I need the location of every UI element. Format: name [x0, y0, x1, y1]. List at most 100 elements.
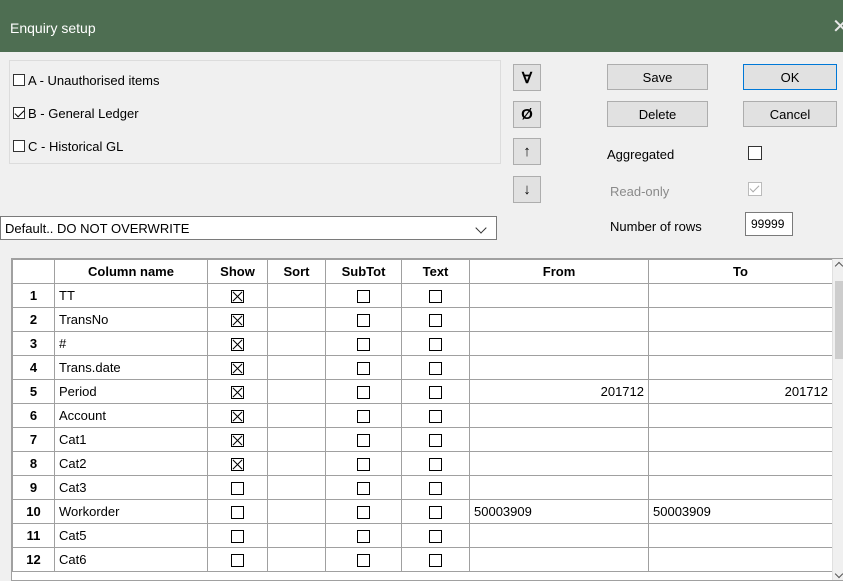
sort-cell[interactable]	[267, 547, 326, 572]
text-cell[interactable]	[401, 307, 470, 332]
subtot-checkbox[interactable]	[357, 410, 370, 424]
subtot-cell[interactable]	[325, 331, 402, 356]
subtot-cell[interactable]	[325, 379, 402, 404]
grid-scrollbar[interactable]	[832, 259, 843, 580]
save-button[interactable]: Save	[607, 64, 708, 90]
from-cell[interactable]	[469, 523, 649, 548]
move-up-button[interactable]: ↑	[513, 138, 541, 165]
text-cell[interactable]	[401, 475, 470, 500]
from-cell[interactable]	[469, 283, 649, 308]
sort-cell[interactable]	[267, 331, 326, 356]
show-cell[interactable]	[207, 355, 268, 380]
show-cell[interactable]	[207, 307, 268, 332]
table-row[interactable]: 3 #	[12, 331, 833, 356]
to-cell[interactable]	[648, 547, 833, 572]
header-show[interactable]: Show	[207, 259, 268, 284]
column-name-cell[interactable]: Cat5	[54, 523, 208, 548]
show-cell[interactable]	[207, 427, 268, 452]
scroll-down-icon[interactable]	[834, 569, 843, 579]
header-from[interactable]: From	[469, 259, 649, 284]
from-cell[interactable]	[469, 427, 649, 452]
text-checkbox[interactable]	[429, 410, 442, 424]
show-cell[interactable]	[207, 331, 268, 356]
subtot-cell[interactable]	[325, 403, 402, 428]
column-name-cell[interactable]: Trans.date	[54, 355, 208, 380]
to-cell[interactable]	[648, 523, 833, 548]
show-checkbox[interactable]	[231, 386, 244, 400]
to-cell[interactable]	[648, 403, 833, 428]
scroll-thumb[interactable]	[835, 281, 843, 359]
column-name-cell[interactable]: Cat2	[54, 451, 208, 476]
table-row[interactable]: 9 Cat3	[12, 475, 833, 500]
header-column-name[interactable]: Column name	[54, 259, 208, 284]
table-row[interactable]: 4 Trans.date	[12, 355, 833, 380]
show-cell[interactable]	[207, 499, 268, 524]
source-b-row[interactable]: B - General Ledger	[13, 105, 139, 121]
subtot-checkbox[interactable]	[357, 458, 370, 472]
subtot-cell[interactable]	[325, 451, 402, 476]
text-checkbox[interactable]	[429, 482, 442, 496]
from-cell[interactable]	[469, 331, 649, 356]
sort-cell[interactable]	[267, 427, 326, 452]
show-checkbox[interactable]	[231, 338, 244, 352]
clear-button[interactable]: Ø	[513, 101, 541, 128]
text-cell[interactable]	[401, 355, 470, 380]
text-cell[interactable]	[401, 499, 470, 524]
text-checkbox[interactable]	[429, 338, 442, 352]
column-name-cell[interactable]: TT	[54, 283, 208, 308]
header-text[interactable]: Text	[401, 259, 470, 284]
column-name-cell[interactable]: Account	[54, 403, 208, 428]
sort-cell[interactable]	[267, 523, 326, 548]
sort-cell[interactable]	[267, 283, 326, 308]
scroll-up-icon[interactable]	[834, 261, 843, 271]
subtot-cell[interactable]	[325, 355, 402, 380]
text-cell[interactable]	[401, 547, 470, 572]
header-subtot[interactable]: SubTot	[325, 259, 402, 284]
subtot-cell[interactable]	[325, 427, 402, 452]
cancel-button[interactable]: Cancel	[743, 101, 837, 127]
to-cell[interactable]	[648, 307, 833, 332]
from-cell[interactable]	[469, 475, 649, 500]
subtot-checkbox[interactable]	[357, 338, 370, 352]
subtot-checkbox[interactable]	[357, 314, 370, 328]
source-c-row[interactable]: C - Historical GL	[13, 138, 123, 154]
subtot-cell[interactable]	[325, 307, 402, 332]
sort-cell[interactable]	[267, 379, 326, 404]
source-b-checkbox[interactable]	[13, 107, 25, 119]
subtot-cell[interactable]	[325, 475, 402, 500]
sort-cell[interactable]	[267, 475, 326, 500]
table-row[interactable]: 12 Cat6	[12, 547, 833, 572]
text-checkbox[interactable]	[429, 314, 442, 328]
text-cell[interactable]	[401, 523, 470, 548]
from-cell[interactable]	[469, 451, 649, 476]
table-row[interactable]: 7 Cat1	[12, 427, 833, 452]
subtot-checkbox[interactable]	[357, 530, 370, 544]
column-name-cell[interactable]: TransNo	[54, 307, 208, 332]
table-row[interactable]: 6 Account	[12, 403, 833, 428]
subtot-cell[interactable]	[325, 499, 402, 524]
text-checkbox[interactable]	[429, 290, 442, 304]
table-row[interactable]: 5 Period 201712 201712	[12, 379, 833, 404]
text-cell[interactable]	[401, 427, 470, 452]
source-c-checkbox[interactable]	[13, 140, 25, 152]
text-cell[interactable]	[401, 283, 470, 308]
to-cell[interactable]: 50003909	[648, 499, 833, 524]
text-checkbox[interactable]	[429, 362, 442, 376]
from-cell[interactable]	[469, 307, 649, 332]
from-cell[interactable]	[469, 547, 649, 572]
subtot-checkbox[interactable]	[357, 554, 370, 568]
from-cell[interactable]: 201712	[469, 379, 649, 404]
show-checkbox[interactable]	[231, 506, 244, 520]
sort-cell[interactable]	[267, 403, 326, 428]
subtot-checkbox[interactable]	[357, 362, 370, 376]
number-of-rows-input[interactable]: 99999	[745, 212, 793, 236]
close-icon[interactable]: ✕	[832, 14, 843, 39]
show-checkbox[interactable]	[231, 362, 244, 376]
table-row[interactable]: 8 Cat2	[12, 451, 833, 476]
subtot-cell[interactable]	[325, 547, 402, 572]
show-cell[interactable]	[207, 283, 268, 308]
source-a-row[interactable]: A - Unauthorised items	[13, 72, 160, 88]
table-row[interactable]: 2 TransNo	[12, 307, 833, 332]
sort-cell[interactable]	[267, 355, 326, 380]
show-cell[interactable]	[207, 475, 268, 500]
